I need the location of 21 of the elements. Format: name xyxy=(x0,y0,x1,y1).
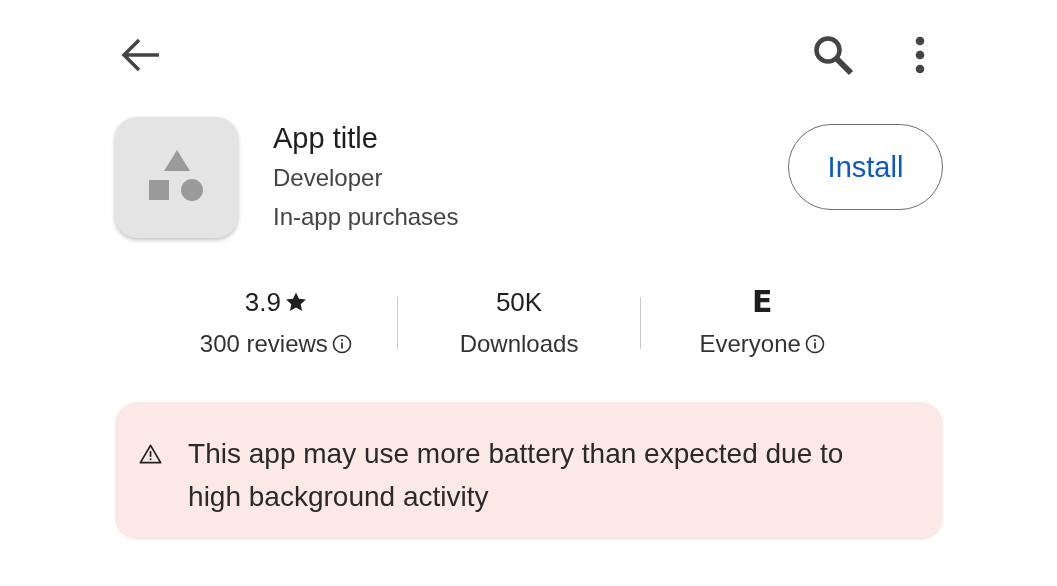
search-button[interactable] xyxy=(811,33,855,77)
in-app-purchases-note: In-app purchases xyxy=(273,202,460,232)
developer-name[interactable]: Developer xyxy=(273,158,788,197)
back-button[interactable] xyxy=(121,37,161,73)
stat-value: 50K xyxy=(495,286,543,318)
stat-label: 300 reviews xyxy=(199,329,328,359)
app-title: App title xyxy=(273,121,379,156)
back-arrow-icon xyxy=(121,37,161,73)
stat-label: Downloads xyxy=(459,329,579,359)
stat-value: 3.9 xyxy=(244,286,281,318)
stat-label: Everyone xyxy=(699,329,801,359)
more-icon xyxy=(915,36,925,74)
install-button[interactable]: Install xyxy=(788,124,943,210)
info-icon[interactable] xyxy=(331,334,352,354)
star-icon xyxy=(284,291,307,313)
warning-text: This app may use more battery than expected due to high background activity xyxy=(188,437,845,514)
shapes-icon xyxy=(148,150,205,204)
content-rating-letter: E xyxy=(751,286,773,318)
info-icon[interactable] xyxy=(804,334,825,354)
more-button[interactable] xyxy=(915,36,925,74)
search-icon xyxy=(811,33,855,77)
